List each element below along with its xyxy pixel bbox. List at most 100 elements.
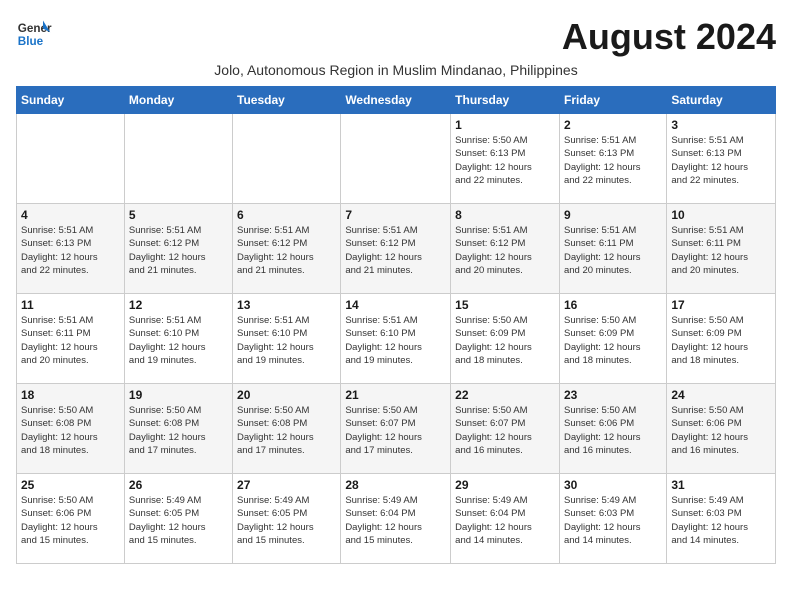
calendar-cell: 6Sunrise: 5:51 AM Sunset: 6:12 PM Daylig… — [233, 204, 341, 294]
day-info: Sunrise: 5:49 AM Sunset: 6:05 PM Dayligh… — [129, 494, 228, 547]
day-number: 28 — [345, 478, 446, 492]
day-number: 14 — [345, 298, 446, 312]
day-number: 17 — [671, 298, 771, 312]
calendar-cell: 30 Sunrise: 5:49 AM Sunset: 6:03 PM Dayli… — [559, 474, 666, 564]
day-of-week-header: Monday — [124, 87, 232, 114]
calendar-cell: 2 Sunrise: 5:51 AM Sunset: 6:13 PM Daylig… — [559, 114, 666, 204]
day-number: 31 — [671, 478, 771, 492]
calendar-cell: 10Sunrise: 5:51 AM Sunset: 6:11 PM Dayli… — [667, 204, 776, 294]
day-info: Sunrise: 5:51 AM Sunset: 6:10 PM Dayligh… — [345, 314, 446, 367]
calendar-cell — [17, 114, 125, 204]
day-info: Sunrise: 5:50 AM Sunset: 6:08 PM Dayligh… — [237, 404, 336, 457]
calendar-cell: 13 Sunrise: 5:51 AM Sunset: 6:10 PM Dayli… — [233, 294, 341, 384]
calendar-week-row: 18 Sunrise: 5:50 AM Sunset: 6:08 PM Dayli… — [17, 384, 776, 474]
day-number: 21 — [345, 388, 446, 402]
calendar-week-row: 1 Sunrise: 5:50 AM Sunset: 6:13 PM Daylig… — [17, 114, 776, 204]
calendar-cell — [233, 114, 341, 204]
day-info: Sunrise: 5:49 AM Sunset: 6:04 PM Dayligh… — [455, 494, 555, 547]
day-info: Sunrise: 5:49 AM Sunset: 6:05 PM Dayligh… — [237, 494, 336, 547]
day-info: Sunrise: 5:50 AM Sunset: 6:08 PM Dayligh… — [21, 404, 120, 457]
page-header: General Blue August 2024 — [16, 16, 776, 58]
calendar-cell: 9 Sunrise: 5:51 AM Sunset: 6:11 PM Daylig… — [559, 204, 666, 294]
day-number: 30 — [564, 478, 662, 492]
day-of-week-header: Saturday — [667, 87, 776, 114]
day-info: Sunrise: 5:51 AM Sunset: 6:13 PM Dayligh… — [21, 224, 120, 277]
day-info: Sunrise: 5:51 AM Sunset: 6:10 PM Dayligh… — [237, 314, 336, 367]
day-info: Sunrise: 5:50 AM Sunset: 6:07 PM Dayligh… — [345, 404, 446, 457]
calendar-cell: 14 Sunrise: 5:51 AM Sunset: 6:10 PM Dayli… — [341, 294, 451, 384]
day-number: 9 — [564, 208, 662, 222]
day-number: 1 — [455, 118, 555, 132]
day-of-week-header: Tuesday — [233, 87, 341, 114]
calendar-body: 1 Sunrise: 5:50 AM Sunset: 6:13 PM Daylig… — [17, 114, 776, 564]
calendar-cell: 20 Sunrise: 5:50 AM Sunset: 6:08 PM Dayli… — [233, 384, 341, 474]
day-number: 16 — [564, 298, 662, 312]
calendar-cell — [124, 114, 232, 204]
calendar-cell: 17 Sunrise: 5:50 AM Sunset: 6:09 PM Dayli… — [667, 294, 776, 384]
calendar-cell — [341, 114, 451, 204]
day-number: 15 — [455, 298, 555, 312]
subtitle: Jolo, Autonomous Region in Muslim Mindan… — [16, 62, 776, 78]
day-number: 27 — [237, 478, 336, 492]
day-number: 25 — [21, 478, 120, 492]
calendar-table: SundayMondayTuesdayWednesdayThursdayFrid… — [16, 86, 776, 564]
calendar-cell: 22 Sunrise: 5:50 AM Sunset: 6:07 PM Dayli… — [451, 384, 560, 474]
day-number: 11 — [21, 298, 120, 312]
calendar-cell: 31Sunrise: 5:49 AM Sunset: 6:03 PM Dayli… — [667, 474, 776, 564]
day-number: 20 — [237, 388, 336, 402]
calendar-cell: 8Sunrise: 5:51 AM Sunset: 6:12 PM Daylig… — [451, 204, 560, 294]
day-number: 24 — [671, 388, 771, 402]
day-info: Sunrise: 5:50 AM Sunset: 6:07 PM Dayligh… — [455, 404, 555, 457]
day-number: 6 — [237, 208, 336, 222]
calendar-week-row: 11 Sunrise: 5:51 AM Sunset: 6:11 PM Dayli… — [17, 294, 776, 384]
day-number: 5 — [129, 208, 228, 222]
day-number: 26 — [129, 478, 228, 492]
calendar-cell: 16 Sunrise: 5:50 AM Sunset: 6:09 PM Dayli… — [559, 294, 666, 384]
day-number: 22 — [455, 388, 555, 402]
day-info: Sunrise: 5:51 AM Sunset: 6:12 PM Dayligh… — [129, 224, 228, 277]
day-of-week-header: Friday — [559, 87, 666, 114]
day-info: Sunrise: 5:49 AM Sunset: 6:04 PM Dayligh… — [345, 494, 446, 547]
day-number: 18 — [21, 388, 120, 402]
calendar-week-row: 25 Sunrise: 5:50 AM Sunset: 6:06 PM Dayli… — [17, 474, 776, 564]
day-number: 13 — [237, 298, 336, 312]
calendar-cell: 18 Sunrise: 5:50 AM Sunset: 6:08 PM Dayli… — [17, 384, 125, 474]
calendar-cell: 19Sunrise: 5:50 AM Sunset: 6:08 PM Dayli… — [124, 384, 232, 474]
calendar-cell: 27 Sunrise: 5:49 AM Sunset: 6:05 PM Dayli… — [233, 474, 341, 564]
calendar-cell: 23 Sunrise: 5:50 AM Sunset: 6:06 PM Dayli… — [559, 384, 666, 474]
calendar-cell: 7 Sunrise: 5:51 AM Sunset: 6:12 PM Daylig… — [341, 204, 451, 294]
day-number: 10 — [671, 208, 771, 222]
day-number: 7 — [345, 208, 446, 222]
day-number: 4 — [21, 208, 120, 222]
calendar-cell: 5 Sunrise: 5:51 AM Sunset: 6:12 PM Daylig… — [124, 204, 232, 294]
day-info: Sunrise: 5:50 AM Sunset: 6:08 PM Dayligh… — [129, 404, 228, 457]
day-number: 29 — [455, 478, 555, 492]
day-info: Sunrise: 5:49 AM Sunset: 6:03 PM Dayligh… — [564, 494, 662, 547]
calendar-header-row: SundayMondayTuesdayWednesdayThursdayFrid… — [17, 87, 776, 114]
day-of-week-header: Wednesday — [341, 87, 451, 114]
logo-icon: General Blue — [16, 16, 52, 52]
day-number: 23 — [564, 388, 662, 402]
day-of-week-header: Thursday — [451, 87, 560, 114]
day-info: Sunrise: 5:50 AM Sunset: 6:06 PM Dayligh… — [21, 494, 120, 547]
day-number: 2 — [564, 118, 662, 132]
day-info: Sunrise: 5:50 AM Sunset: 6:06 PM Dayligh… — [564, 404, 662, 457]
day-info: Sunrise: 5:51 AM Sunset: 6:12 PM Dayligh… — [345, 224, 446, 277]
day-info: Sunrise: 5:51 AM Sunset: 6:12 PM Dayligh… — [455, 224, 555, 277]
calendar-cell: 4 Sunrise: 5:51 AM Sunset: 6:13 PM Daylig… — [17, 204, 125, 294]
day-number: 12 — [129, 298, 228, 312]
day-info: Sunrise: 5:51 AM Sunset: 6:11 PM Dayligh… — [564, 224, 662, 277]
calendar-cell: 3Sunrise: 5:51 AM Sunset: 6:13 PM Daylig… — [667, 114, 776, 204]
day-info: Sunrise: 5:51 AM Sunset: 6:13 PM Dayligh… — [671, 134, 771, 187]
day-info: Sunrise: 5:50 AM Sunset: 6:09 PM Dayligh… — [671, 314, 771, 367]
day-info: Sunrise: 5:50 AM Sunset: 6:06 PM Dayligh… — [671, 404, 771, 457]
day-info: Sunrise: 5:51 AM Sunset: 6:13 PM Dayligh… — [564, 134, 662, 187]
day-info: Sunrise: 5:50 AM Sunset: 6:09 PM Dayligh… — [455, 314, 555, 367]
calendar-cell: 25 Sunrise: 5:50 AM Sunset: 6:06 PM Dayli… — [17, 474, 125, 564]
day-info: Sunrise: 5:51 AM Sunset: 6:11 PM Dayligh… — [21, 314, 120, 367]
day-info: Sunrise: 5:50 AM Sunset: 6:13 PM Dayligh… — [455, 134, 555, 187]
calendar-week-row: 4 Sunrise: 5:51 AM Sunset: 6:13 PM Daylig… — [17, 204, 776, 294]
day-info: Sunrise: 5:51 AM Sunset: 6:10 PM Dayligh… — [129, 314, 228, 367]
calendar-cell: 1 Sunrise: 5:50 AM Sunset: 6:13 PM Daylig… — [451, 114, 560, 204]
day-info: Sunrise: 5:50 AM Sunset: 6:09 PM Dayligh… — [564, 314, 662, 367]
